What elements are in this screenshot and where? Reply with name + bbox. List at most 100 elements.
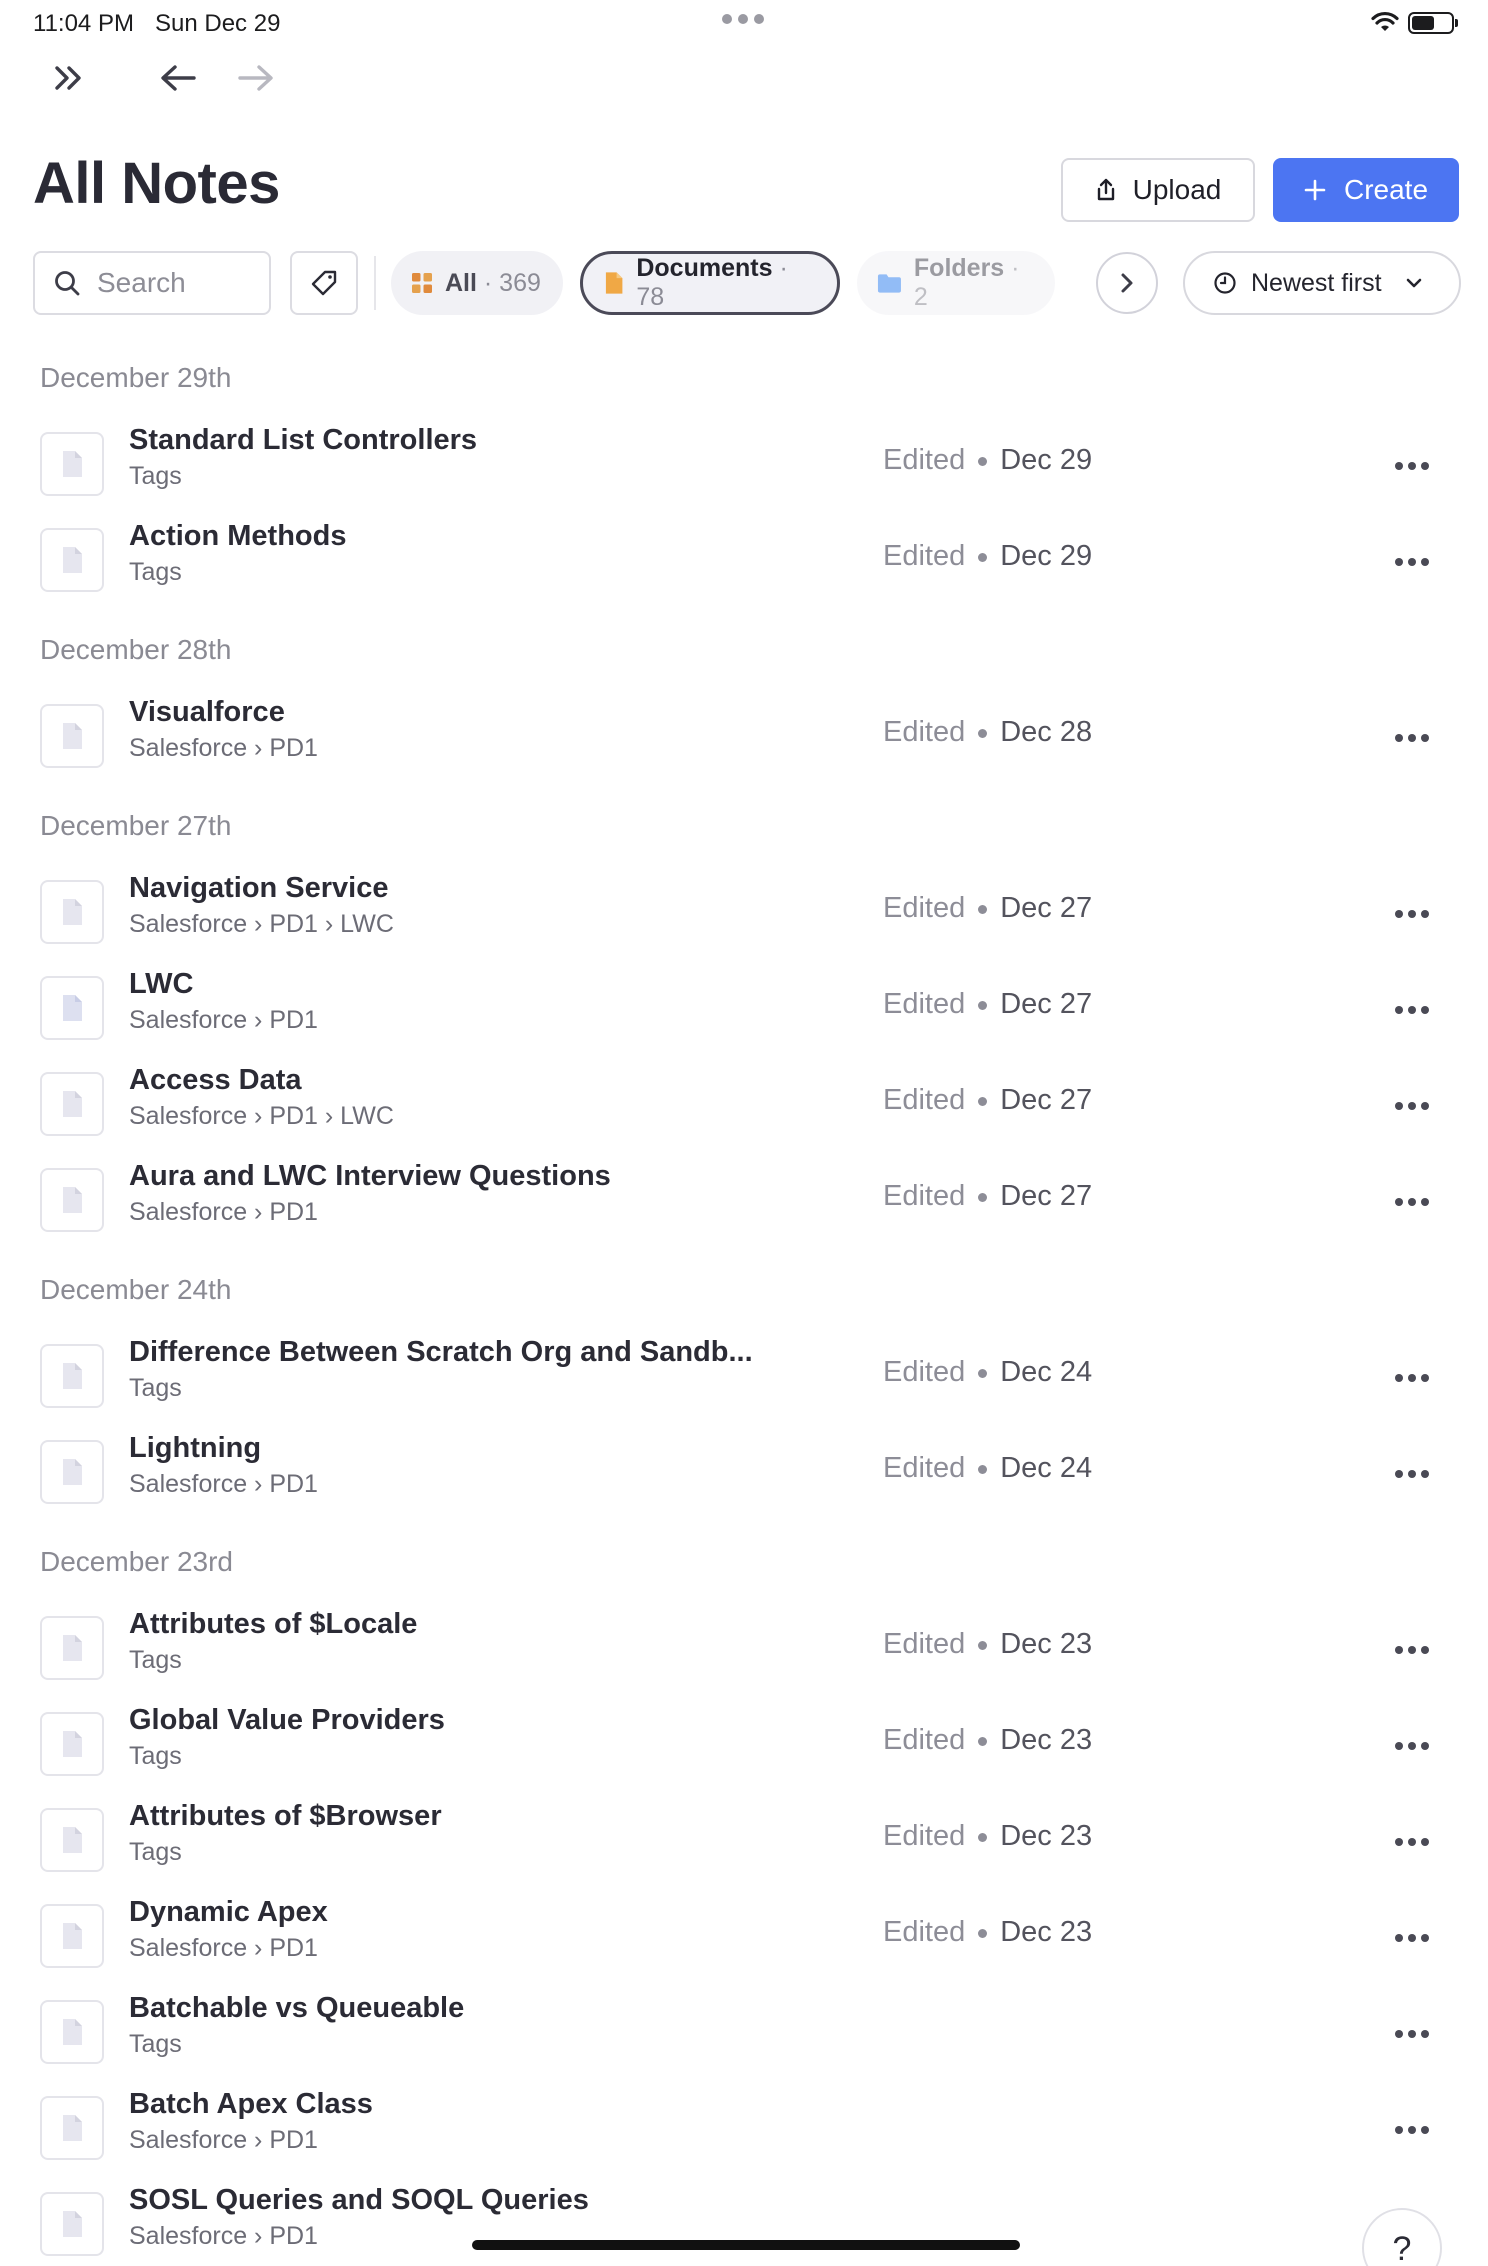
- document-icon: [40, 704, 104, 768]
- item-date: Dec 29: [1000, 540, 1093, 572]
- item-date: Dec 28: [1000, 716, 1093, 748]
- item-subtitle: Salesforce › PD1: [129, 2222, 318, 2250]
- divider: [374, 256, 376, 310]
- more-options-icon[interactable]: [1392, 990, 1432, 1030]
- expand-sidebar-icon[interactable]: [48, 56, 92, 100]
- help-label: ?: [1392, 2230, 1412, 2266]
- item-date: Dec 27: [1000, 892, 1093, 924]
- item-edited: Edited Dec 24: [883, 1452, 1093, 1484]
- item-date: Dec 23: [1000, 1820, 1093, 1852]
- list-item[interactable]: Access Data Salesforce › PD1 › LWC Edite…: [0, 1060, 1488, 1156]
- document-icon: [605, 272, 623, 294]
- chip-documents-label: Documents: [636, 254, 773, 282]
- item-edited: Edited Dec 23: [883, 1916, 1093, 1948]
- item-subtitle: Salesforce › PD1: [129, 1934, 318, 1962]
- document-icon: [40, 1904, 104, 1968]
- more-options-icon[interactable]: [1392, 2110, 1432, 2150]
- item-edited: Edited Dec 27: [883, 892, 1093, 924]
- list-item[interactable]: Dynamic Apex Salesforce › PD1 Edited Dec …: [0, 1892, 1488, 1988]
- chip-all-count: · 369: [483, 268, 541, 297]
- section-header: December 23rd: [40, 1546, 233, 1577]
- list-item[interactable]: SOSL Queries and SOQL Queries Salesforce…: [0, 2180, 1488, 2266]
- more-options-icon[interactable]: [1392, 1726, 1432, 1766]
- item-subtitle: Salesforce › PD1 › LWC: [129, 910, 394, 938]
- search-placeholder: Search: [97, 267, 186, 298]
- item-subtitle: Salesforce › PD1: [129, 1006, 318, 1034]
- item-edited: Edited Dec 28: [883, 716, 1093, 748]
- section-header: December 27th: [40, 810, 232, 841]
- list-item[interactable]: Batch Apex Class Salesforce › PD1: [0, 2084, 1488, 2180]
- wifi-icon: [1371, 11, 1399, 31]
- status-date: Sun Dec 29: [155, 10, 281, 37]
- more-options-icon[interactable]: [1392, 894, 1432, 934]
- filter-chip-documents[interactable]: Documents · 78: [580, 251, 840, 315]
- document-icon: [40, 2000, 104, 2064]
- more-options-icon[interactable]: [1392, 718, 1432, 758]
- list-item[interactable]: LWC Salesforce › PD1 Edited Dec 27: [0, 964, 1488, 1060]
- item-subtitle: Tags: [129, 462, 182, 490]
- item-title: Attributes of $Browser: [129, 1800, 442, 1832]
- list-item[interactable]: Attributes of $Locale Tags Edited Dec 23: [0, 1604, 1488, 1700]
- item-edited: Edited Dec 23: [883, 1628, 1093, 1660]
- section-header: December 28th: [40, 634, 232, 665]
- more-options-icon[interactable]: [1392, 1918, 1432, 1958]
- more-options-icon[interactable]: [1392, 1182, 1432, 1222]
- list-item[interactable]: Batchable vs Queueable Tags: [0, 1988, 1488, 2084]
- item-date: Dec 24: [1000, 1452, 1093, 1484]
- forward-arrow-icon[interactable]: [234, 56, 278, 100]
- item-title: Dynamic Apex: [129, 1896, 328, 1928]
- item-subtitle: Tags: [129, 2030, 182, 2058]
- list-item[interactable]: Action Methods Tags Edited Dec 29: [0, 516, 1488, 612]
- list-item[interactable]: Aura and LWC Interview Questions Salesfo…: [0, 1156, 1488, 1252]
- tag-filter-button[interactable]: [290, 251, 358, 315]
- list-item[interactable]: Navigation Service Salesforce › PD1 › LW…: [0, 868, 1488, 964]
- more-options-icon[interactable]: [1392, 2014, 1432, 2054]
- document-icon: [40, 1616, 104, 1680]
- clock-icon: [1214, 272, 1236, 294]
- chip-all-label: All: [445, 268, 477, 297]
- item-subtitle: Tags: [129, 558, 182, 586]
- upload-button[interactable]: Upload: [1061, 158, 1255, 222]
- document-icon: [40, 1072, 104, 1136]
- filter-chip-folders[interactable]: Folders · 2: [857, 251, 1055, 315]
- more-options-icon[interactable]: [1392, 1630, 1432, 1670]
- upload-icon: [1097, 178, 1114, 201]
- item-date: Dec 27: [1000, 1180, 1093, 1212]
- create-button[interactable]: Create: [1273, 158, 1459, 222]
- list-item[interactable]: Standard List Controllers Tags Edited Dec…: [0, 420, 1488, 516]
- search-input[interactable]: Search: [33, 251, 271, 315]
- scroll-chips-right-button[interactable]: [1096, 252, 1158, 314]
- item-title: Standard List Controllers: [129, 424, 478, 456]
- back-arrow-icon[interactable]: [156, 56, 200, 100]
- item-edited: Edited Dec 27: [883, 1084, 1093, 1116]
- more-options-icon[interactable]: [1392, 1358, 1432, 1398]
- chevron-down-icon: [1406, 278, 1421, 288]
- multitasking-dots-icon[interactable]: [722, 14, 764, 24]
- sort-dropdown[interactable]: Newest first: [1183, 251, 1461, 315]
- more-options-icon[interactable]: [1392, 1454, 1432, 1494]
- battery-icon: [1408, 12, 1458, 34]
- item-title: Visualforce: [129, 696, 285, 728]
- item-title: Lightning: [129, 1432, 262, 1464]
- filter-chip-all[interactable]: All · 369: [391, 251, 563, 315]
- more-options-icon[interactable]: [1392, 542, 1432, 582]
- more-options-icon[interactable]: [1392, 1086, 1432, 1126]
- document-icon: [40, 528, 104, 592]
- item-title: Batchable vs Queueable: [129, 1992, 465, 2024]
- list-item[interactable]: Global Value Providers Tags Edited Dec 23: [0, 1700, 1488, 1796]
- more-options-icon[interactable]: [1392, 446, 1432, 486]
- item-subtitle: Salesforce › PD1: [129, 1470, 318, 1498]
- grid-icon: [412, 273, 432, 293]
- document-icon: [40, 2096, 104, 2160]
- item-edited: Edited Dec 27: [883, 1180, 1093, 1212]
- document-icon: [40, 880, 104, 944]
- document-icon: [40, 432, 104, 496]
- list-item[interactable]: Difference Between Scratch Org and Sandb…: [0, 1332, 1488, 1428]
- list-item[interactable]: Attributes of $Browser Tags Edited Dec 23: [0, 1796, 1488, 1892]
- list-item[interactable]: Visualforce Salesforce › PD1 Edited Dec 2…: [0, 692, 1488, 788]
- item-title: SOSL Queries and SOQL Queries: [129, 2184, 589, 2216]
- home-indicator: [472, 2240, 1020, 2250]
- list-item[interactable]: Lightning Salesforce › PD1 Edited Dec 24: [0, 1428, 1488, 1524]
- document-icon: [40, 1712, 104, 1776]
- more-options-icon[interactable]: [1392, 1822, 1432, 1862]
